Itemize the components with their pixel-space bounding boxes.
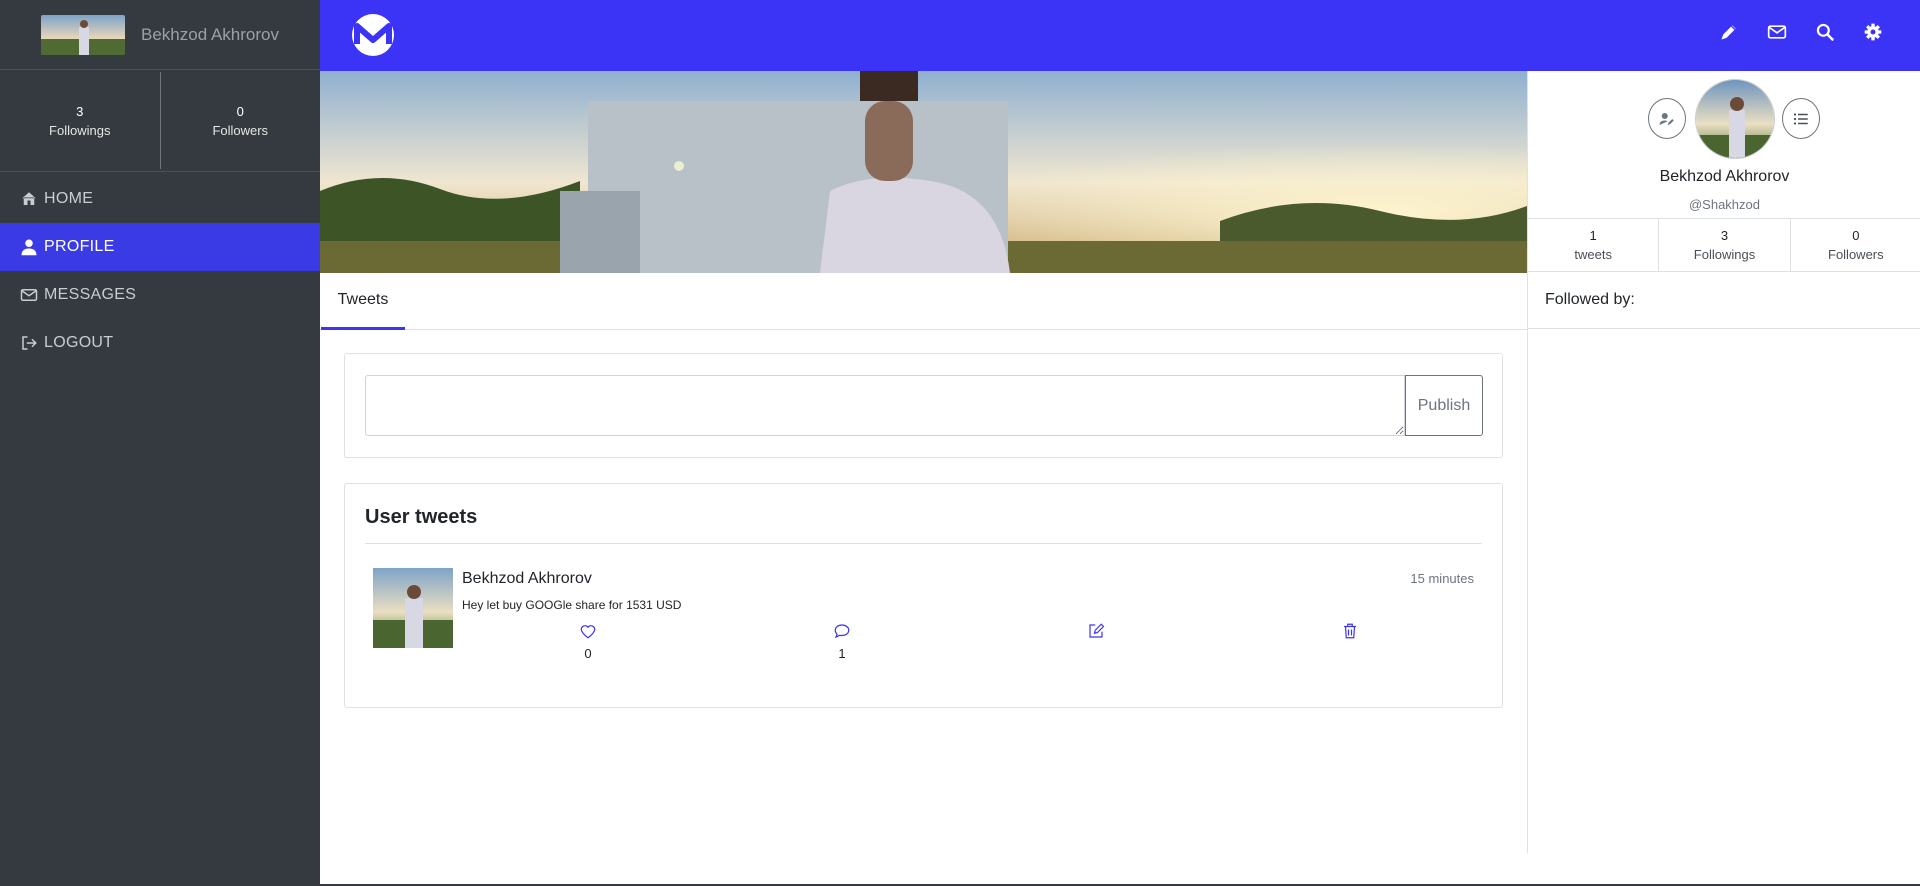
profile-panel: Bekhzod Akhrorov @Shakhzod 1 tweets 3 Fo… [1527,71,1920,853]
sidebar-followers-count: 0 [236,103,244,119]
followers-label: Followers [1828,247,1884,262]
tweets-count: 1 [1589,228,1597,243]
edit-action [1076,622,1116,640]
sidebar-item-label: MESSAGES [44,286,137,303]
sidebar-user[interactable]: Bekhzod Akhrorov [0,0,320,70]
tweet-time: 15 minutes [1410,571,1474,586]
tweet-text: Hey let buy GOOGle share for 1531 USD [462,598,682,612]
pencil-icon[interactable] [1719,22,1739,42]
divider [365,543,1482,544]
comment-count: 1 [838,646,846,661]
tab-tweets[interactable]: Tweets [321,273,405,330]
tweet-author[interactable]: Bekhzod Akhrorov [462,570,592,588]
sidebar-item-label: PROFILE [44,238,115,255]
sidebar: Bekhzod Akhrorov 3 Followings 0 Follower… [0,0,320,886]
edit-icon[interactable] [1087,622,1105,640]
search-icon[interactable] [1815,22,1835,42]
tweet-composer: Publish [344,353,1503,458]
topbar-actions [1719,22,1883,42]
sidebar-item-label: HOME [44,190,94,207]
publish-button[interactable]: Publish [1405,375,1483,436]
home-icon [22,192,36,205]
edit-profile-button[interactable] [1648,98,1686,139]
monero-logo-icon[interactable] [352,14,394,56]
sidebar-stat-followers[interactable]: 0 Followers [159,72,321,169]
gear-icon[interactable] [1863,22,1883,42]
comment-action: 1 [822,622,862,661]
followers-count: 0 [1852,228,1860,243]
envelope-icon [20,289,38,301]
tweet-avatar[interactable] [373,568,453,648]
user-tweets-title: User tweets [365,506,478,528]
followed-by-heading: Followed by: [1528,272,1920,329]
like-count: 0 [584,646,592,661]
profile-stat-followings[interactable]: 3 Followings [1658,219,1789,271]
envelope-icon[interactable] [1767,22,1787,42]
user-icon [21,239,37,256]
sidebar-nav: HOME PROFILE MESSAGES LOGOUT [0,175,320,367]
sidebar-followings-label: Followings [49,122,111,138]
user-edit-icon [1659,112,1674,125]
list-button[interactable] [1782,98,1820,139]
sign-out-icon [22,336,37,350]
tweets-label: tweets [1574,247,1612,262]
sidebar-item-messages[interactable]: MESSAGES [0,271,320,319]
trash-icon[interactable] [1341,622,1359,640]
sidebar-item-home[interactable]: HOME [0,175,320,223]
sidebar-item-logout[interactable]: LOGOUT [0,319,320,367]
list-icon [1793,112,1808,125]
profile-avatar[interactable] [1695,79,1775,159]
followings-label: Followings [1693,247,1756,262]
top-navbar [320,0,1920,71]
sidebar-followings-count: 3 [76,103,84,119]
sidebar-stat-followings[interactable]: 3 Followings [0,70,160,171]
sidebar-item-profile[interactable]: PROFILE [0,223,320,271]
followings-count: 3 [1720,228,1729,243]
profile-handle: @Shakhzod [1688,197,1761,212]
profile-name: Bekhzod Akhrorov [1659,168,1790,185]
sidebar-followers-label: Followers [212,122,269,138]
sidebar-stats: 3 Followings 0 Followers [0,70,320,172]
sidebar-avatar[interactable] [41,14,126,55]
profile-stat-tweets[interactable]: 1 tweets [1528,219,1658,271]
sidebar-item-label: LOGOUT [44,334,114,351]
tweet-input[interactable] [365,375,1405,436]
like-action: 0 [568,622,608,661]
profile-stat-followers[interactable]: 0 Followers [1789,219,1920,271]
profile-cover-image [320,71,1527,273]
user-tweets-card: User tweets Bekhzod Akhrorov 15 minutes … [344,483,1503,708]
comment-icon[interactable] [833,622,851,640]
profile-tabs: Tweets [320,273,1527,330]
sidebar-user-name[interactable]: Bekhzod Akhrorov [141,25,279,45]
profile-stats: 1 tweets 3 Followings 0 Followers [1528,218,1920,272]
delete-action [1330,622,1370,640]
heart-icon[interactable] [579,622,597,640]
